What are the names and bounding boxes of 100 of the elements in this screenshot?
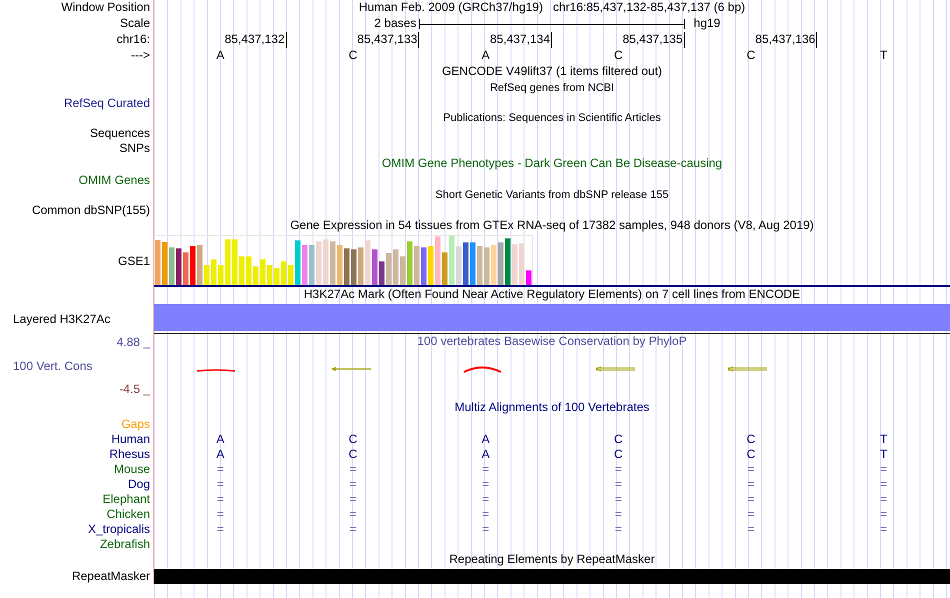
expression-bar: [505, 238, 510, 285]
track-label: Zebrafish: [0, 537, 154, 552]
expression-bar: [379, 261, 384, 285]
alignment-base: C: [614, 432, 623, 447]
expression-bar: [162, 242, 168, 285]
expression-bar: [176, 248, 182, 285]
expression-bar: [519, 243, 524, 285]
expression-bar: [512, 244, 518, 285]
match-mark: =: [482, 522, 490, 537]
track-label: RefSeq Curated: [0, 96, 154, 111]
expression-bar: [526, 270, 532, 285]
expression-bar: [477, 246, 482, 285]
match-mark: =: [482, 507, 490, 522]
expression-bar: [260, 259, 266, 285]
alignment-base: C: [614, 447, 623, 462]
expression-bar: [225, 239, 230, 285]
ruler-tick-label: 85,437,135: [622, 32, 685, 48]
expression-bar: [316, 241, 322, 285]
match-mark: =: [747, 492, 754, 507]
expression-bar: [288, 265, 294, 285]
match-mark: =: [482, 477, 490, 492]
match-mark: =: [216, 462, 224, 477]
expression-bar: [414, 246, 420, 285]
expression-bar: [337, 245, 342, 285]
track-label: OMIM Genes: [0, 173, 154, 188]
expression-bar: [190, 246, 196, 285]
alignment-base: C: [348, 432, 358, 447]
match-mark: =: [880, 492, 888, 507]
expression-bar: [204, 265, 210, 285]
expression-bar: [211, 259, 216, 285]
expression-bar: [295, 240, 300, 285]
expression-bar: [302, 245, 308, 285]
match-mark: =: [482, 462, 490, 477]
alignment-base: T: [880, 447, 888, 462]
expression-bar: [470, 242, 476, 285]
expression-bar: [407, 241, 412, 285]
expression-bar: [274, 268, 280, 285]
base-letter: A: [216, 48, 224, 64]
track-label: Scale: [0, 16, 154, 32]
expression-bar: [218, 265, 224, 285]
track-title: H3K27Ac Mark (Often Found Near Active Regulatory Elements) on 7 cell lines from ENCODE: [304, 287, 800, 303]
alignment-base: C: [746, 447, 756, 462]
expression-bar: [421, 247, 426, 285]
expression-bar: [351, 249, 356, 285]
match-mark: =: [216, 477, 224, 492]
expression-bar: [183, 252, 188, 285]
track-label: Common dbSNP(155): [0, 203, 154, 218]
match-mark: =: [747, 477, 754, 492]
expression-bar: [281, 261, 286, 285]
alignment-base: A: [216, 447, 224, 462]
expression-bar: [498, 242, 504, 285]
expression-bar: [344, 248, 350, 285]
expression-bar: [253, 266, 258, 285]
match-mark: =: [614, 507, 622, 522]
match-mark: =: [349, 507, 356, 522]
track-title: Repeating Elements by RepeatMasker: [449, 552, 655, 568]
track-title: Publications: Sequences in Scientific Articles: [443, 111, 661, 126]
track-title: Short Genetic Variants from dbSNP release 155: [435, 188, 669, 203]
axis-min-label: -4.5 _: [118, 382, 150, 397]
expression-bar: [169, 247, 174, 285]
expression-bar: [365, 240, 370, 285]
base-letter: C: [348, 48, 358, 64]
expression-bar: [400, 256, 406, 285]
match-mark: =: [880, 477, 888, 492]
alignment-base: A: [482, 447, 490, 462]
track-label: Sequences: [0, 126, 154, 141]
match-mark: =: [747, 507, 754, 522]
match-mark: =: [349, 492, 356, 507]
ruler-tick-label: 85,437,136: [755, 32, 818, 48]
track-title: Multiz Alignments of 100 Vertebrates: [454, 400, 650, 416]
ruler-tick-label: 85,437,134: [490, 32, 552, 48]
track-label: Gaps: [0, 417, 154, 432]
track-label: GSE1: [0, 235, 154, 287]
axis-max-label: 4.88 _: [116, 335, 150, 350]
track-label: 100 Vert. Cons: [12, 358, 94, 374]
expression-bar: [428, 246, 434, 285]
strand-label: --->: [0, 48, 154, 64]
track-label: Window Position: [0, 0, 154, 16]
track-title: OMIM Gene Phenotypes - Dark Green Can Be Disease-causing: [382, 156, 722, 172]
assembly-text: Human Feb. 2009 (GRCh37/hg19): [358, 0, 543, 16]
base-letter: T: [880, 48, 888, 64]
match-mark: =: [349, 522, 356, 537]
species-label: Mouse: [0, 462, 154, 477]
expression-bar: [197, 245, 202, 285]
alignment-base: C: [746, 432, 756, 447]
ruler-tick-label: 85,437,132: [224, 32, 287, 48]
match-mark: =: [349, 462, 356, 477]
position-text: chr16:85,437,132-85,437,137 (6 bp): [552, 0, 746, 16]
expression-bar: [393, 249, 398, 285]
expression-bar: [323, 239, 328, 285]
expression-bar: [386, 253, 392, 285]
alignment-base: T: [880, 432, 888, 447]
species-label: Human: [0, 432, 154, 447]
base-letter: C: [746, 48, 756, 64]
match-mark: =: [482, 492, 490, 507]
species-label: Dog: [0, 477, 154, 492]
expression-bar: [246, 256, 252, 285]
expression-bar: [155, 240, 160, 285]
match-mark: =: [349, 477, 356, 492]
base-letter: C: [614, 48, 623, 64]
